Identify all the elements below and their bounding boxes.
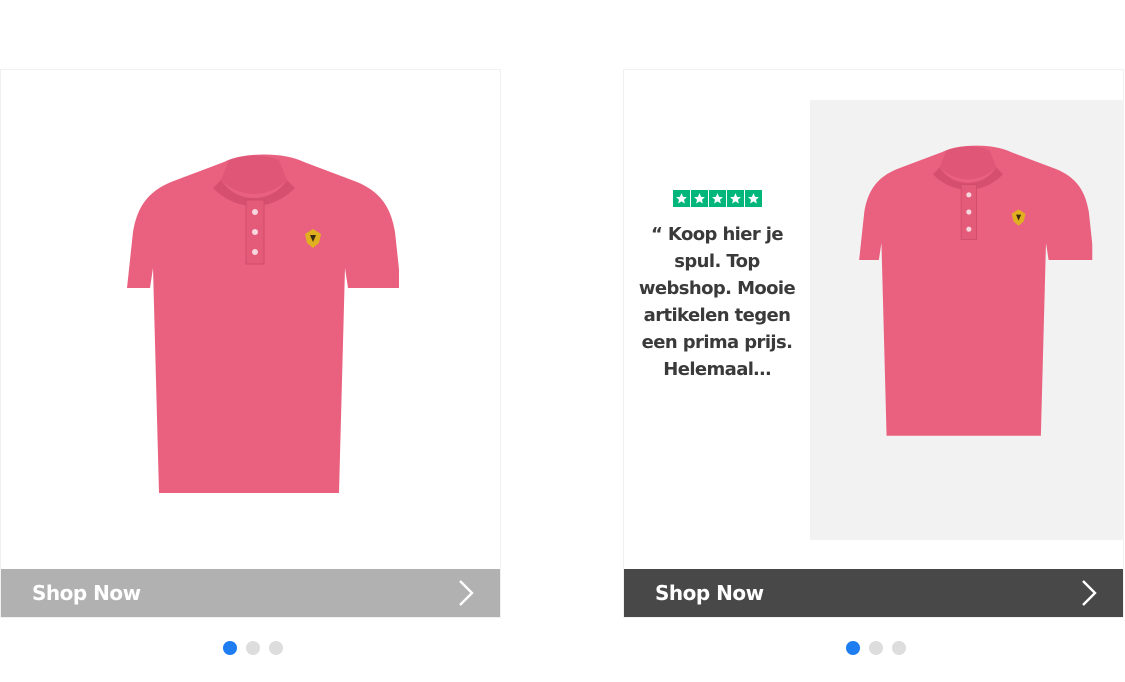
product-carousel-page: Shop Now “ Koop hier je spul. Top websho… [0, 0, 1125, 682]
star-icon [672, 190, 690, 207]
pink-polo-shirt-image[interactable] [828, 140, 1108, 500]
carousel-dot[interactable] [269, 641, 283, 655]
product-card[interactable]: Shop Now [0, 69, 501, 618]
carousel-pagination [223, 641, 283, 655]
shop-now-button[interactable]: Shop Now [1, 569, 500, 617]
chevron-right-icon [1082, 580, 1097, 606]
shop-now-button[interactable]: Shop Now [624, 569, 1123, 617]
product-photo-panel[interactable] [810, 100, 1123, 540]
carousel-dot[interactable] [223, 641, 237, 655]
star-icon [708, 190, 726, 207]
carousel-dot[interactable] [892, 641, 906, 655]
star-icon [744, 190, 762, 207]
chevron-right-icon [459, 580, 474, 606]
star-icon [726, 190, 744, 207]
trustpilot-rating [638, 190, 796, 207]
shop-now-label: Shop Now [32, 581, 141, 605]
carousel-dot[interactable] [869, 641, 883, 655]
pink-polo-shirt-image[interactable] [109, 148, 399, 568]
shop-now-label: Shop Now [655, 581, 764, 605]
carousel-pagination [846, 641, 906, 655]
carousel-dot[interactable] [846, 641, 860, 655]
star-icon [690, 190, 708, 207]
carousel-dot[interactable] [246, 641, 260, 655]
product-card[interactable]: “ Koop hier je spul. Top webshop. Mooie … [623, 69, 1124, 618]
customer-review: “ Koop hier je spul. Top webshop. Mooie … [638, 190, 796, 383]
review-quote: “ Koop hier je spul. Top webshop. Mooie … [638, 224, 796, 380]
